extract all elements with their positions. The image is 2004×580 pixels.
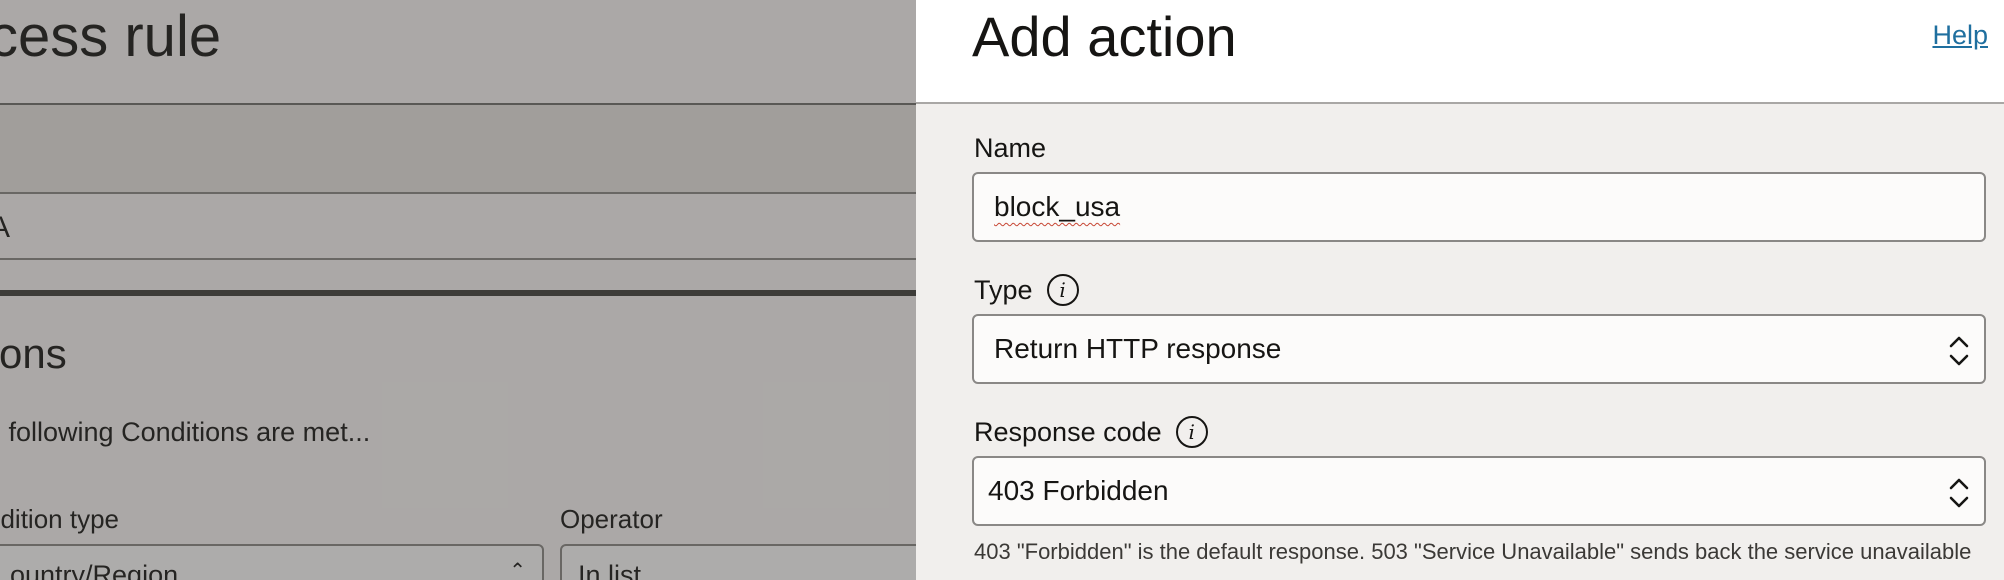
drawer-title: Add action xyxy=(972,5,1237,68)
type-label-text: Type xyxy=(974,275,1033,305)
name-input-value: block_usa xyxy=(994,191,1121,222)
response-code-select[interactable]: 403 Forbidden xyxy=(972,456,1986,526)
info-icon[interactable]: i xyxy=(1046,274,1079,306)
type-select[interactable]: Return HTTP response xyxy=(972,314,1986,384)
response-code-help-text: 403 "Forbidden" is the default response.… xyxy=(974,539,1972,564)
type-label: Type i xyxy=(974,273,1079,307)
info-icon[interactable]: i xyxy=(1175,416,1208,448)
help-link[interactable]: Help xyxy=(1932,20,1988,51)
response-code-label-text: Response code xyxy=(974,417,1162,447)
name-label: Name xyxy=(974,131,1046,165)
name-label-text: Name xyxy=(974,133,1047,163)
name-input[interactable]: block_usa xyxy=(972,172,1986,242)
type-select-value: Return HTTP response xyxy=(994,333,1282,364)
add-action-drawer: Add action Help Name block_usa Type i Re… xyxy=(916,0,2004,580)
response-code-label: Response code i xyxy=(974,415,1208,449)
drawer-header: Add action Help xyxy=(916,0,2004,104)
modal-overlay[interactable] xyxy=(0,0,916,580)
response-code-select-value: 403 Forbidden xyxy=(988,475,1169,506)
select-chevrons-icon xyxy=(1948,476,1970,510)
select-chevrons-icon xyxy=(1948,334,1970,368)
